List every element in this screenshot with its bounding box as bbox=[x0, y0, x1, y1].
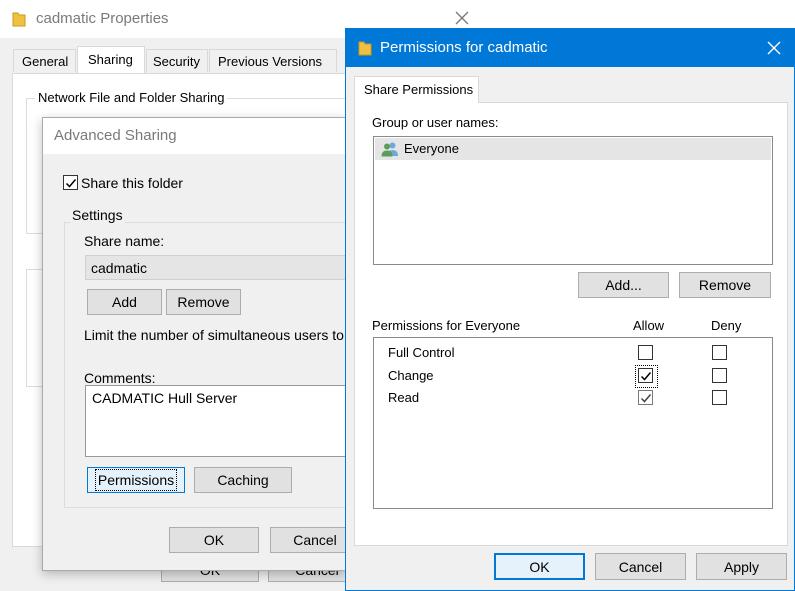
full-control-allow-checkbox[interactable] bbox=[638, 345, 653, 360]
advanced-sharing-title-bar: Advanced Sharing bbox=[43, 118, 345, 154]
perm-apply-button[interactable]: Apply bbox=[696, 553, 787, 580]
read-allow-checkbox[interactable] bbox=[638, 390, 653, 405]
change-allow-checkbox[interactable] bbox=[635, 365, 658, 388]
read-deny-checkbox[interactable] bbox=[712, 390, 727, 405]
permissions-window: Permissions for cadmatic Share Permissio… bbox=[345, 28, 795, 591]
group-names-label: Group or user names: bbox=[372, 115, 499, 130]
share-name-field[interactable]: cadmatic bbox=[85, 255, 347, 280]
user-everyone-label: Everyone bbox=[404, 141, 459, 156]
perm-ok-button[interactable]: OK bbox=[494, 553, 585, 580]
limit-users-label: Limit the number of simultaneous users t… bbox=[84, 327, 348, 343]
tab-share-permissions[interactable]: Share Permissions bbox=[354, 76, 479, 103]
share-folder-label[interactable]: Share this folder bbox=[81, 175, 183, 191]
perm-remove-button[interactable]: Remove bbox=[679, 272, 771, 298]
advanced-ok-label: OK bbox=[203, 532, 225, 548]
permissions-for-label: Permissions for Everyone bbox=[372, 318, 521, 333]
share-name-label: Share name: bbox=[84, 233, 165, 249]
tab-share-permissions-label: Share Permissions bbox=[364, 82, 474, 97]
tab-security-label: Security bbox=[153, 54, 200, 69]
permissions-button-label: Permissions bbox=[94, 469, 178, 491]
perm-full-control-label: Full Control bbox=[388, 345, 455, 360]
tab-security[interactable]: Security bbox=[146, 49, 208, 72]
permissions-title-bar: Permissions for cadmatic bbox=[346, 29, 794, 67]
folder-icon bbox=[358, 40, 372, 59]
caching-button-label: Caching bbox=[217, 472, 269, 488]
perm-cancel-button[interactable]: Cancel bbox=[595, 553, 686, 580]
perm-change-label: Change bbox=[388, 368, 434, 383]
share-add-label: Add bbox=[112, 294, 137, 310]
advanced-sharing-window: Advanced Sharing Share this folder Setti… bbox=[42, 117, 360, 571]
table-row: Read bbox=[374, 382, 772, 405]
perm-apply-label: Apply bbox=[723, 558, 760, 575]
caching-button[interactable]: Caching bbox=[194, 467, 292, 493]
advanced-cancel-label: Cancel bbox=[293, 532, 337, 548]
perm-add-button[interactable]: Add... bbox=[578, 272, 669, 298]
tab-sharing[interactable]: Sharing bbox=[77, 46, 145, 74]
permissions-list: Full Control Change Read bbox=[373, 337, 773, 509]
permissions-button[interactable]: Permissions bbox=[87, 467, 185, 493]
close-icon[interactable] bbox=[767, 41, 781, 58]
perm-add-label: Add... bbox=[605, 277, 642, 293]
properties-title: cadmatic Properties bbox=[36, 10, 169, 27]
comments-value: CADMATIC Hull Server bbox=[92, 390, 238, 406]
perm-ok-label: OK bbox=[529, 558, 550, 575]
permissions-title: Permissions for cadmatic bbox=[380, 39, 548, 56]
perm-read-label: Read bbox=[388, 390, 420, 405]
folder-icon bbox=[12, 11, 26, 30]
full-control-deny-checkbox[interactable] bbox=[712, 345, 727, 360]
share-add-button[interactable]: Add bbox=[87, 289, 162, 315]
share-remove-label: Remove bbox=[177, 294, 230, 310]
allow-header: Allow bbox=[633, 318, 665, 333]
users-icon bbox=[381, 141, 399, 160]
group-names-list[interactable]: Everyone bbox=[373, 136, 773, 265]
comments-field[interactable]: CADMATIC Hull Server bbox=[85, 385, 347, 457]
permissions-tab-panel: Group or user names: Everyone Add... Rem… bbox=[354, 102, 788, 546]
network-sharing-label: Network File and Folder Sharing bbox=[35, 90, 228, 105]
close-icon[interactable] bbox=[455, 11, 469, 28]
tab-previous-versions-label: Previous Versions bbox=[218, 54, 323, 69]
perm-cancel-label: Cancel bbox=[618, 558, 663, 575]
settings-label: Settings bbox=[70, 207, 125, 223]
tab-previous-versions[interactable]: Previous Versions bbox=[209, 49, 337, 72]
table-row: Full Control bbox=[374, 338, 772, 360]
table-row: Change bbox=[374, 360, 772, 388]
change-deny-checkbox[interactable] bbox=[712, 368, 727, 383]
tab-sharing-label: Sharing bbox=[88, 52, 133, 67]
tab-general-label: General bbox=[22, 54, 69, 69]
list-item[interactable]: Everyone bbox=[375, 138, 771, 160]
share-remove-button[interactable]: Remove bbox=[166, 289, 241, 315]
share-name-value: cadmatic bbox=[91, 260, 148, 276]
deny-header: Deny bbox=[711, 318, 742, 333]
share-folder-checkbox[interactable] bbox=[63, 175, 78, 190]
advanced-sharing-title: Advanced Sharing bbox=[54, 127, 177, 144]
tab-general[interactable]: General bbox=[13, 49, 76, 72]
perm-remove-label: Remove bbox=[698, 277, 752, 293]
advanced-ok-button[interactable]: OK bbox=[169, 527, 259, 553]
comments-label: Comments: bbox=[84, 370, 156, 386]
